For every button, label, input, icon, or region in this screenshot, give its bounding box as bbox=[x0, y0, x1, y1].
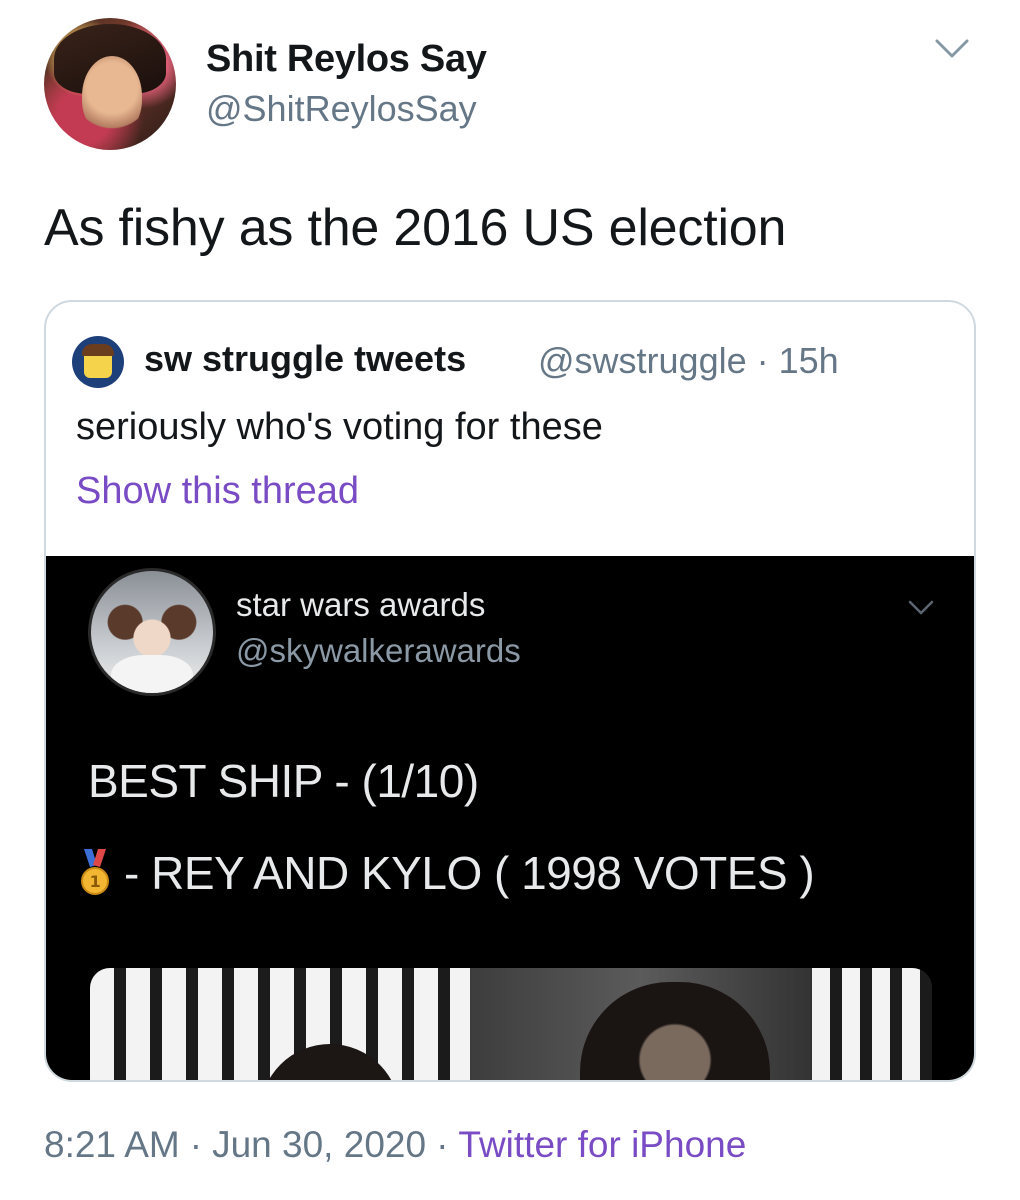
quoted-tweet-card[interactable]: sw struggle tweets @swstruggle · 15h ser… bbox=[44, 300, 976, 1082]
svg-text:1: 1 bbox=[90, 872, 101, 891]
tweet-footer: 8:21 AM · Jun 30, 2020 · Twitter for iPhone bbox=[44, 1124, 746, 1166]
avatar-face bbox=[82, 56, 142, 136]
chevron-down-icon bbox=[908, 600, 934, 615]
author-avatar[interactable] bbox=[44, 18, 176, 150]
separator: · bbox=[436, 1124, 449, 1165]
embedded-author-handle: @skywalkerawards bbox=[236, 632, 521, 669]
embedded-author-avatar bbox=[88, 568, 216, 696]
tweet-text: As fishy as the 2016 US election bbox=[44, 199, 787, 257]
movie-still-image[interactable] bbox=[90, 968, 932, 1080]
quoted-author-name: sw struggle tweets bbox=[144, 338, 467, 379]
avatar-robe bbox=[111, 655, 193, 693]
chevron-down-icon[interactable] bbox=[934, 38, 970, 60]
embedded-screenshot[interactable]: star wars awards @skywalkerawards BEST S… bbox=[46, 556, 974, 1080]
embedded-line-2: 1 - REY AND KYLO ( 1998 VOTES ) bbox=[80, 846, 815, 900]
quoted-author-meta: @swstruggle · 15h bbox=[538, 340, 839, 381]
embedded-line-2-text: - REY AND KYLO ( 1998 VOTES ) bbox=[124, 847, 815, 899]
image-bars-right bbox=[812, 968, 932, 1080]
embedded-line-1: BEST SHIP - (1/10) bbox=[88, 755, 479, 807]
quoted-tweet-text: seriously who's voting for these bbox=[76, 406, 603, 448]
show-thread-link[interactable]: Show this thread bbox=[76, 470, 359, 513]
tweet-time[interactable]: 8:21 AM bbox=[44, 1124, 180, 1165]
author-handle[interactable]: @ShitReylosSay bbox=[206, 88, 477, 130]
separator: · bbox=[189, 1124, 203, 1165]
first-place-medal-icon: 1 bbox=[81, 849, 109, 895]
embedded-author-name: star wars awards bbox=[236, 586, 486, 623]
author-display-name[interactable]: Shit Reylos Say bbox=[206, 38, 487, 81]
tweet-source-link[interactable]: Twitter for iPhone bbox=[458, 1124, 746, 1165]
quoted-author-avatar bbox=[72, 336, 124, 388]
lego-hair bbox=[82, 344, 114, 356]
tweet-date[interactable]: Jun 30, 2020 bbox=[212, 1124, 426, 1165]
